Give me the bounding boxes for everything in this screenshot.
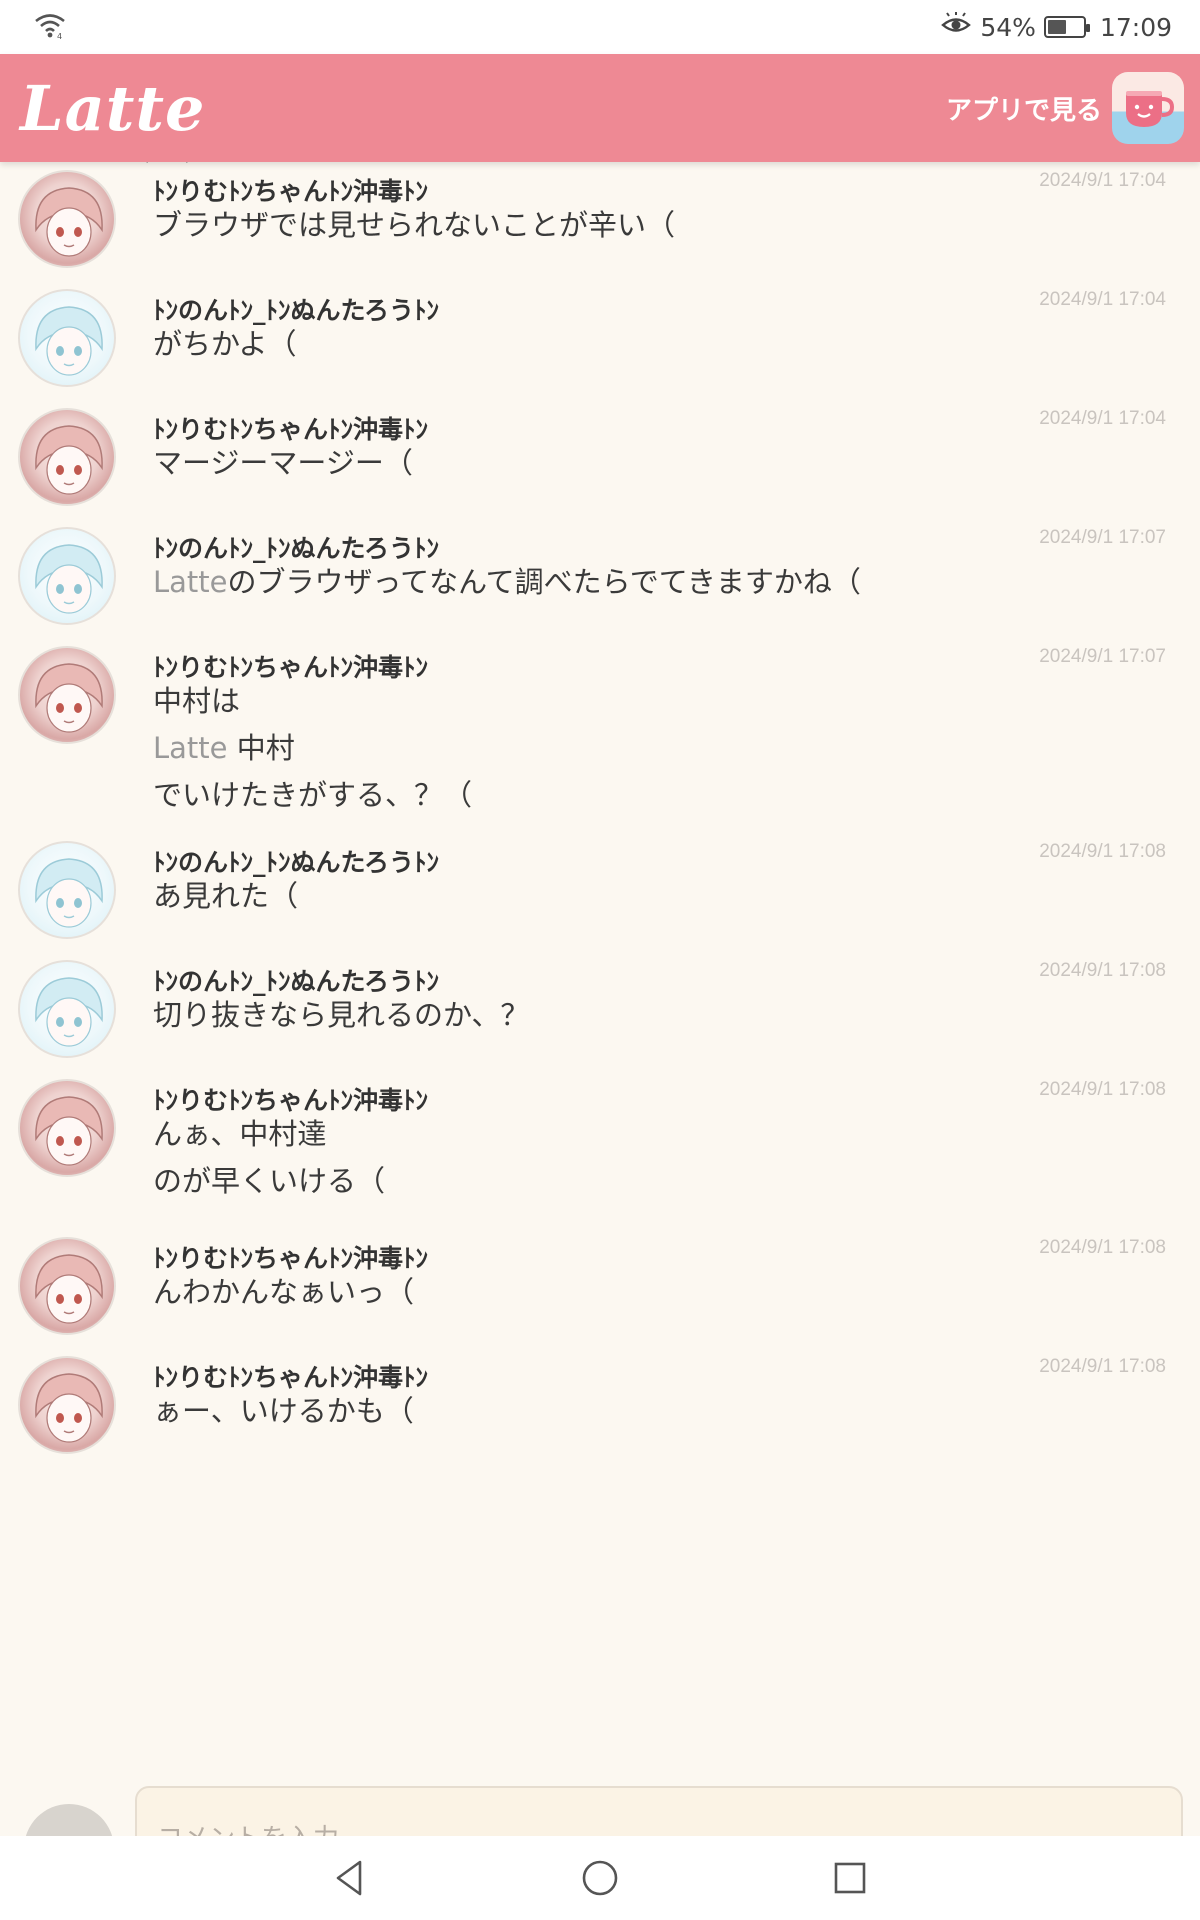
comment-segment: Latte [153,565,228,599]
coffee-cup-icon [1112,72,1184,144]
clipped-text-fragment [146,162,188,163]
comment-text: あ見れた（ [153,873,298,920]
comment-text: 切り抜きなら見れるのか、？ [153,992,529,1039]
comment-text: ぁー、いけるかも（ [153,1388,414,1435]
comment-segment: のブラウザってなんて調べたらでてきますかね（ [227,565,861,599]
comment-line: 切り抜きなら見れるのか、？ [153,992,529,1039]
comment-text: ブラウザでは見せられないことが辛い（ [153,202,675,249]
comment-line: ブラウザでは見せられないことが辛い（ [153,202,675,249]
own-avatar [24,1804,114,1836]
latte-logo[interactable]: Latte [20,72,206,145]
comment-segment: Latte [153,731,237,765]
comment-text: んぁ、中村達のが早くいける（ [153,1111,385,1205]
timestamp: 2024/9/1 17:07 [1039,527,1166,548]
comment-segment: マージーマージー（ [153,446,413,480]
comment-text: んわかんなぁいっ（ [153,1269,414,1316]
comment-segment: んわかんなぁいっ（ [153,1275,415,1309]
comment-line: のが早くいける（ [153,1158,385,1205]
comment-bar: コメントを入力 [0,1774,1200,1836]
comment-line: んぁ、中村達 [153,1111,385,1158]
user-avatar[interactable] [18,960,116,1058]
user-avatar[interactable] [18,646,116,744]
recents-icon[interactable] [820,1848,880,1908]
comment-feed[interactable]: ﾄﾝりむﾄﾝちゃんﾄﾝ沖毒ﾄﾝ 2024/9/1 17:04 ブラウザでは見せられな… [0,162,1200,1836]
timestamp: 2024/9/1 17:08 [1039,960,1166,981]
comment-text: がちかよ（ [153,321,297,368]
battery-percent: 54% [980,12,1036,42]
battery-icon [1043,16,1090,38]
user-avatar[interactable] [18,170,116,268]
comment-text: Latteのブラウザってなんて調べたらでてきますかね（ [153,559,861,606]
timestamp: 2024/9/1 17:08 [1039,1237,1166,1258]
comment-segment: 切り抜きなら見れるのか、？ [153,998,530,1032]
comment-line: ぁー、いけるかも（ [153,1388,414,1435]
comment-segment: がちかよ（ [153,327,297,361]
eye-icon [940,12,972,42]
user-avatar[interactable] [18,1237,116,1335]
comment-line: Latte 中村 [153,725,472,772]
user-avatar[interactable] [18,527,116,625]
comment-segment: んぁ、中村達 [153,1117,327,1151]
comment-line: んわかんなぁいっ（ [153,1269,414,1316]
comment-text: 中村は Latte 中村でいけたきがする、？（ [153,678,472,819]
status-bar: 4 54% 17:09 [0,0,1200,54]
comment-line: 中村は [153,678,472,725]
comment-segment: 中村は [153,684,241,718]
wifi-icon: 4 [32,10,68,44]
comment-segment: 中村 [236,731,295,765]
timestamp: 2024/9/1 17:08 [1039,1079,1166,1100]
timestamp: 2024/9/1 17:04 [1039,170,1166,191]
open-in-app-button[interactable]: アプリで見る [946,72,1184,144]
timestamp: 2024/9/1 17:04 [1039,408,1166,429]
user-avatar[interactable] [18,1356,116,1454]
comment-line: がちかよ（ [153,321,297,368]
back-icon[interactable] [320,1848,380,1908]
svg-text:4: 4 [57,32,62,40]
clock: 17:09 [1099,12,1172,42]
comment-segment: あ見れた（ [153,879,299,913]
timestamp: 2024/9/1 17:04 [1039,289,1166,310]
comment-segment: のが早くいける（ [153,1164,386,1198]
comment-segment: ブラウザでは見せられないことが辛い（ [153,208,676,242]
user-avatar[interactable] [18,1079,116,1177]
app-header: Latte アプリで見る [0,54,1200,162]
timestamp: 2024/9/1 17:08 [1039,1356,1166,1377]
user-avatar[interactable] [18,408,116,506]
comment-segment: ぁー、いけるかも（ [153,1394,414,1428]
open-in-app-label: アプリで見る [945,95,1102,126]
user-avatar[interactable] [18,289,116,387]
comment-line: あ見れた（ [153,873,298,920]
navigation-bar [0,1836,1200,1920]
comment-line: でいけたきがする、？（ [153,772,472,819]
comment-text: マージーマージー（ [153,440,413,487]
user-avatar[interactable] [18,841,116,939]
comment-segment: でいけたきがする、？（ [153,778,473,812]
comment-line: マージーマージー（ [153,440,413,487]
comment-input[interactable]: コメントを入力 [135,1786,1183,1836]
page: 4 54% 17:09 Latte アプリで見る ﾄﾝりむﾄﾝちゃんﾄﾝ沖毒ﾄﾝ… [0,0,1200,1920]
timestamp: 2024/9/1 17:08 [1039,841,1166,862]
home-icon[interactable] [570,1848,630,1908]
timestamp: 2024/9/1 17:07 [1039,646,1166,667]
comment-line: Latteのブラウザってなんて調べたらでてきますかね（ [153,559,861,606]
